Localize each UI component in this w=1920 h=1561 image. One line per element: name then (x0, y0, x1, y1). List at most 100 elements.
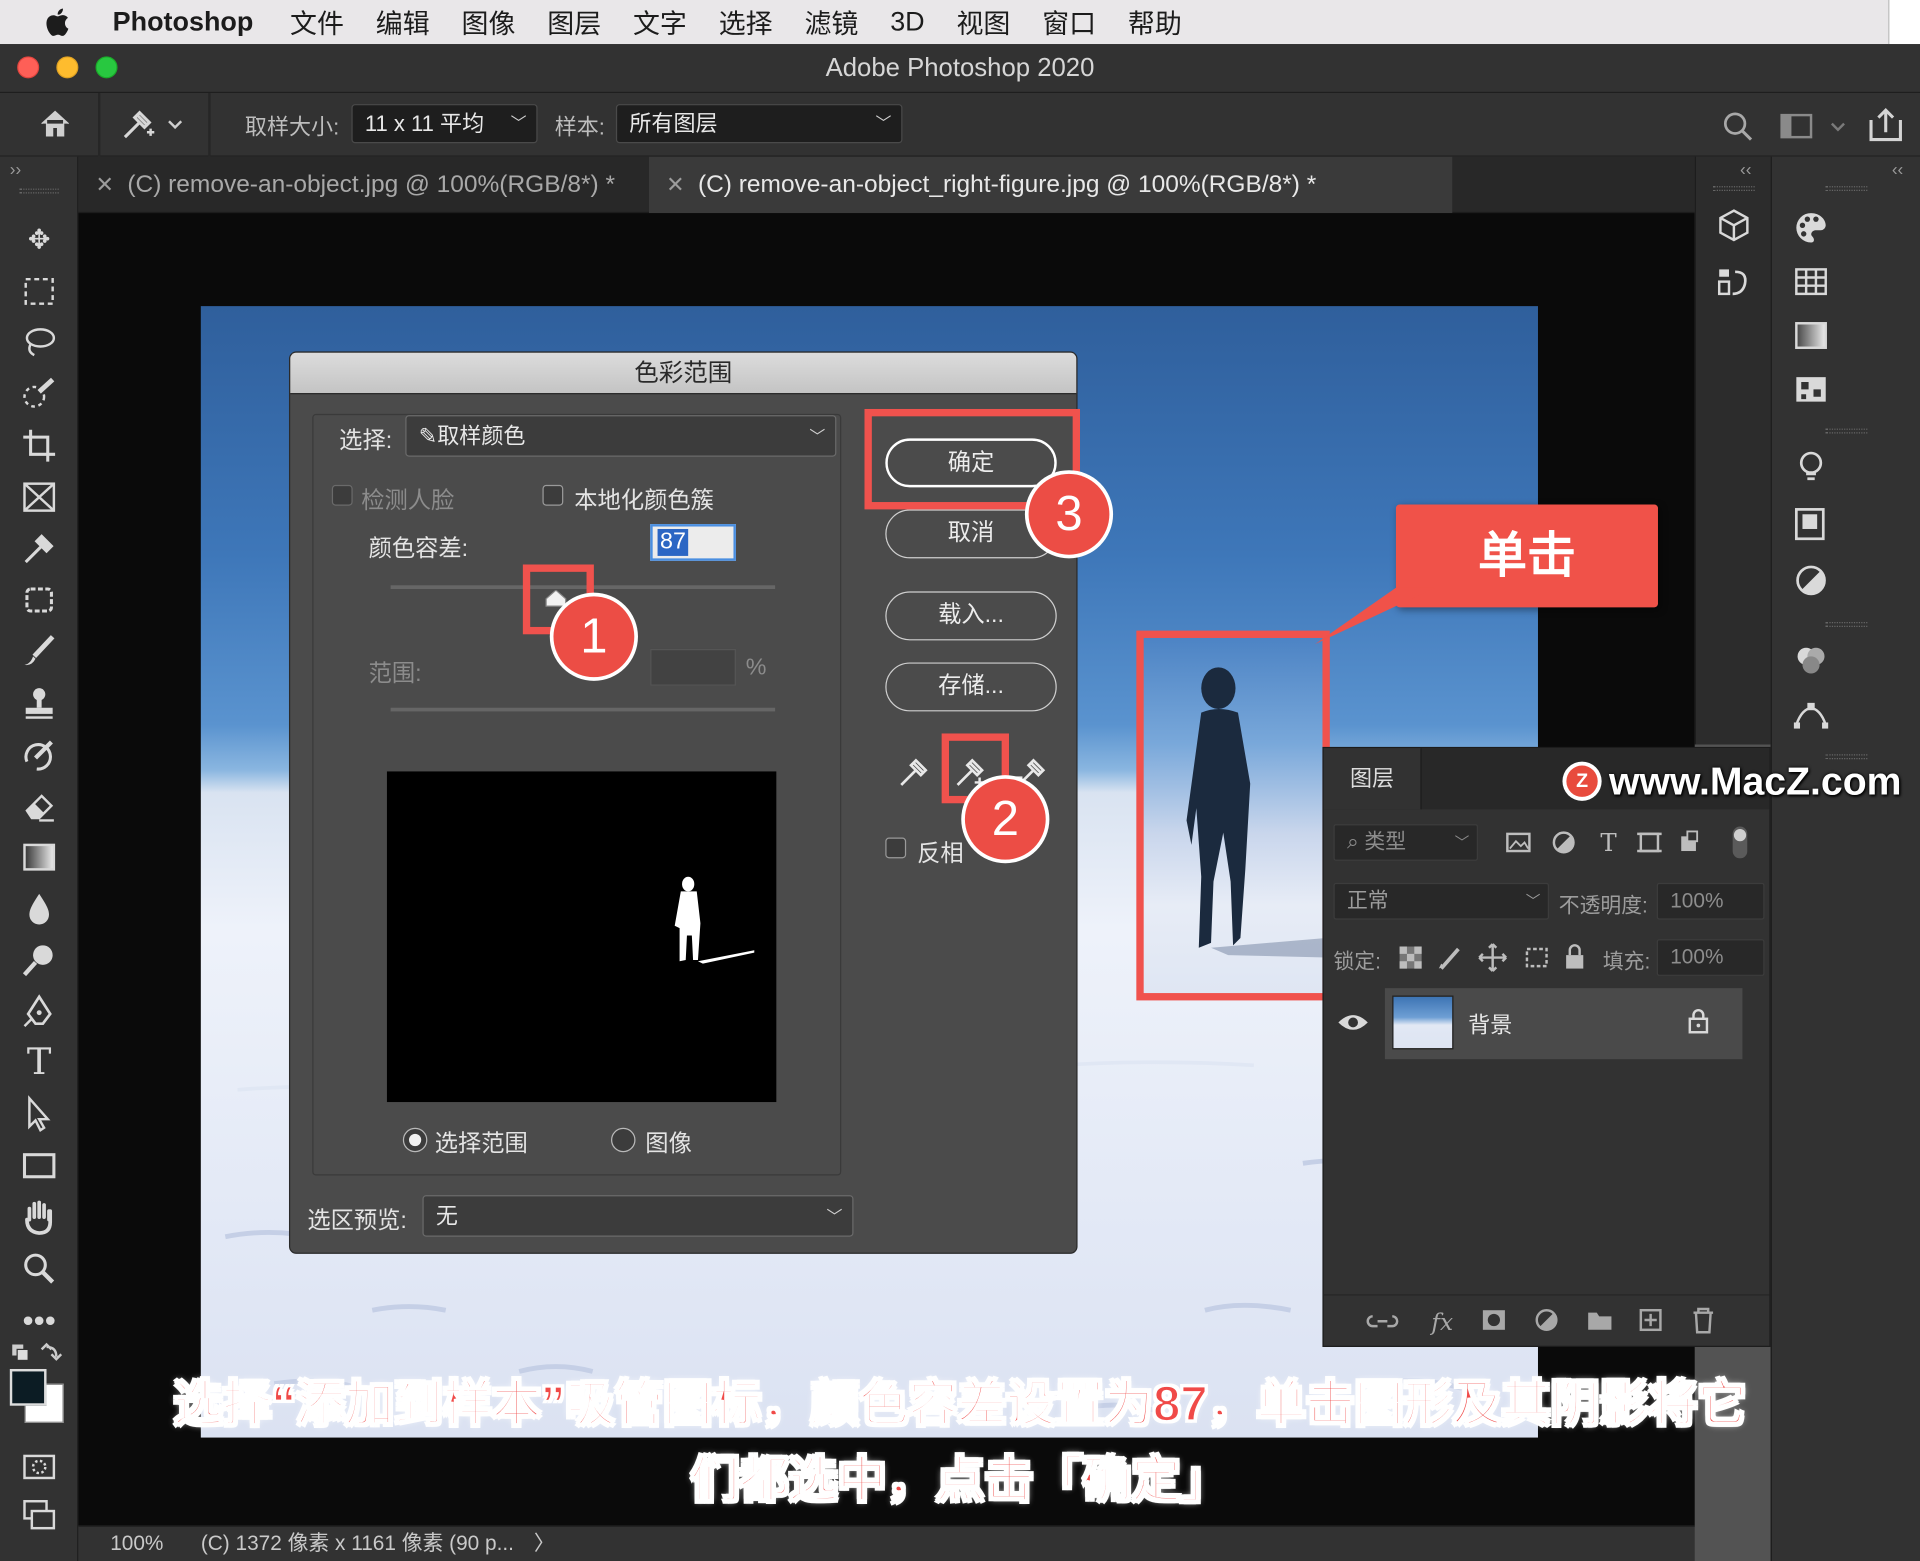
document-info[interactable]: (C) 1372 像素 x 1161 像素 (90 p... (201, 1527, 514, 1561)
hand-tool-icon[interactable] (20, 1198, 59, 1237)
healing-brush-tool-icon[interactable] (20, 580, 59, 619)
menu-view[interactable]: 视图 (956, 2, 1010, 41)
range-slider-track (390, 707, 776, 712)
close-tab-icon[interactable]: ✕ (96, 157, 114, 213)
menu-app-name[interactable]: Photoshop (113, 6, 254, 38)
menu-image[interactable]: 图像 (462, 2, 516, 41)
load-button[interactable]: 载入... (885, 591, 1057, 641)
options-divider (97, 93, 101, 157)
panel-grip[interactable] (1825, 622, 1868, 627)
chevron-down-icon: ﹀ (510, 113, 527, 133)
collapse-arrows-icon[interactable]: ›› (10, 159, 21, 179)
swap-colors-icon[interactable] (10, 1337, 69, 1366)
fill-field[interactable]: 100% (1656, 939, 1765, 976)
selection-preview-select[interactable]: 无 ﹀ (422, 1195, 854, 1237)
eyedropper-tool-icon[interactable] (20, 529, 59, 568)
layer-name[interactable]: 背景 (1468, 1008, 1512, 1040)
save-button[interactable]: 存储... (885, 662, 1057, 712)
panel-grip[interactable] (19, 188, 59, 194)
more-tools-icon[interactable]: ••• (20, 1300, 59, 1339)
tab-remove-an-object-right-figure[interactable]: ✕ (C) remove-an-object_right-figure.jpg … (648, 156, 1453, 214)
opacity-field[interactable]: 100% (1656, 882, 1765, 920)
blur-tool-icon[interactable] (20, 889, 59, 928)
zoom-window-button[interactable] (95, 56, 118, 79)
channels-panel-icon[interactable] (1791, 642, 1830, 681)
panel-grip[interactable] (1713, 186, 1755, 192)
layer-filter-select[interactable]: ⌕ 类型 ﹀ (1333, 824, 1478, 861)
gradient-tool-icon[interactable] (20, 838, 59, 877)
type-tool-icon[interactable]: T (20, 1043, 59, 1082)
fuzziness-field[interactable]: 87 (650, 524, 736, 561)
tab-layers[interactable]: 图层 (1323, 748, 1422, 810)
path-selection-tool-icon[interactable] (20, 1095, 59, 1134)
adjustments-panel-icon[interactable] (1791, 561, 1830, 600)
dialog-title: 色彩范围 (290, 352, 1077, 395)
zoom-level[interactable]: 100% (110, 1527, 163, 1561)
menu-edit[interactable]: 编辑 (376, 2, 430, 41)
lasso-tool-icon[interactable] (20, 323, 59, 362)
radio-selection[interactable] (402, 1127, 428, 1153)
menu-type[interactable]: 文字 (633, 2, 687, 41)
libraries-panel-icon[interactable] (1791, 504, 1830, 543)
move-tool-icon[interactable]: ✥ (20, 220, 59, 259)
layer-row-background[interactable]: 背景 (1324, 988, 1770, 1061)
lock-icons[interactable] (1395, 942, 1591, 974)
workspace-icon[interactable] (1778, 109, 1851, 143)
swatches-panel-icon[interactable] (1791, 262, 1830, 301)
zoom-tool-icon[interactable] (20, 1249, 59, 1288)
dodge-tool-icon[interactable] (20, 940, 59, 979)
menu-select[interactable]: 选择 (719, 2, 773, 41)
eraser-tool-icon[interactable] (20, 786, 59, 825)
eye-icon[interactable] (1336, 1008, 1370, 1037)
collapse-arrows-icon[interactable]: ‹‹ (1892, 159, 1903, 179)
learn-panel-icon[interactable] (1791, 448, 1830, 487)
options-divider (208, 93, 211, 157)
frame-tool-icon[interactable] (20, 478, 59, 517)
eyedropper-icon[interactable] (895, 751, 934, 790)
patterns-panel-icon[interactable] (1791, 370, 1830, 409)
sample-layers-select[interactable]: 所有图层 ﹀ (615, 104, 903, 144)
quick-selection-tool-icon[interactable] (20, 375, 59, 414)
detect-faces-checkbox[interactable] (331, 484, 353, 506)
localized-clusters-checkbox[interactable] (542, 484, 564, 506)
select-mode-dropdown[interactable]: ✎取样颜色 ﹀ (405, 415, 837, 457)
color-panel-icon[interactable] (1791, 208, 1830, 247)
crop-tool-icon[interactable] (20, 426, 59, 465)
rectangle-tool-icon[interactable] (20, 1146, 59, 1185)
invert-checkbox[interactable] (885, 837, 907, 859)
marquee-tool-icon[interactable] (20, 272, 59, 311)
search-icon[interactable] (1719, 108, 1756, 145)
apple-logo-icon[interactable] (39, 6, 73, 38)
minimize-window-button[interactable] (56, 56, 79, 79)
close-window-button[interactable] (17, 56, 40, 79)
panel-grip[interactable] (1825, 428, 1868, 434)
brush-tool-icon[interactable] (20, 632, 59, 671)
menu-filter[interactable]: 滤镜 (804, 2, 858, 41)
paths-panel-icon[interactable] (1791, 696, 1830, 735)
panel-grip[interactable] (1825, 186, 1868, 192)
close-tab-icon[interactable]: ✕ (666, 157, 684, 213)
pen-tool-icon[interactable] (20, 992, 59, 1031)
history-brush-tool-icon[interactable] (20, 735, 59, 774)
share-icon[interactable] (1866, 105, 1905, 144)
step-3-badge: 3 (1028, 473, 1110, 555)
sample-size-select[interactable]: 11 x 11 平均 ﹀ (351, 104, 538, 144)
sample-size-label: 取样大小: (244, 115, 340, 140)
3d-panel-icon[interactable] (1714, 206, 1753, 245)
document-info-arrow[interactable]: 〉 (534, 1527, 555, 1561)
eyedropper-tool-preset-icon[interactable] (118, 105, 187, 142)
menu-help[interactable]: 帮助 (1128, 2, 1182, 41)
collapse-arrows-icon[interactable]: ‹‹ (1740, 159, 1751, 179)
menu-3d[interactable]: 3D (890, 6, 924, 38)
home-icon[interactable] (37, 105, 74, 142)
tab-remove-an-object[interactable]: ✕ (C) remove-an-object.jpg @ 100%(RGB/8*… (78, 157, 654, 213)
menu-file[interactable]: 文件 (290, 2, 344, 41)
menu-window[interactable]: 窗口 (1042, 2, 1096, 41)
history-panel-icon[interactable] (1714, 262, 1753, 301)
blend-mode-select[interactable]: 正常 ﹀ (1333, 882, 1549, 920)
clone-stamp-tool-icon[interactable] (20, 683, 59, 722)
radio-image[interactable] (611, 1127, 636, 1153)
gradients-panel-icon[interactable] (1791, 316, 1830, 355)
menu-layer[interactable]: 图层 (547, 2, 601, 41)
layer-actions-icons[interactable]: fx (1324, 1296, 1770, 1347)
